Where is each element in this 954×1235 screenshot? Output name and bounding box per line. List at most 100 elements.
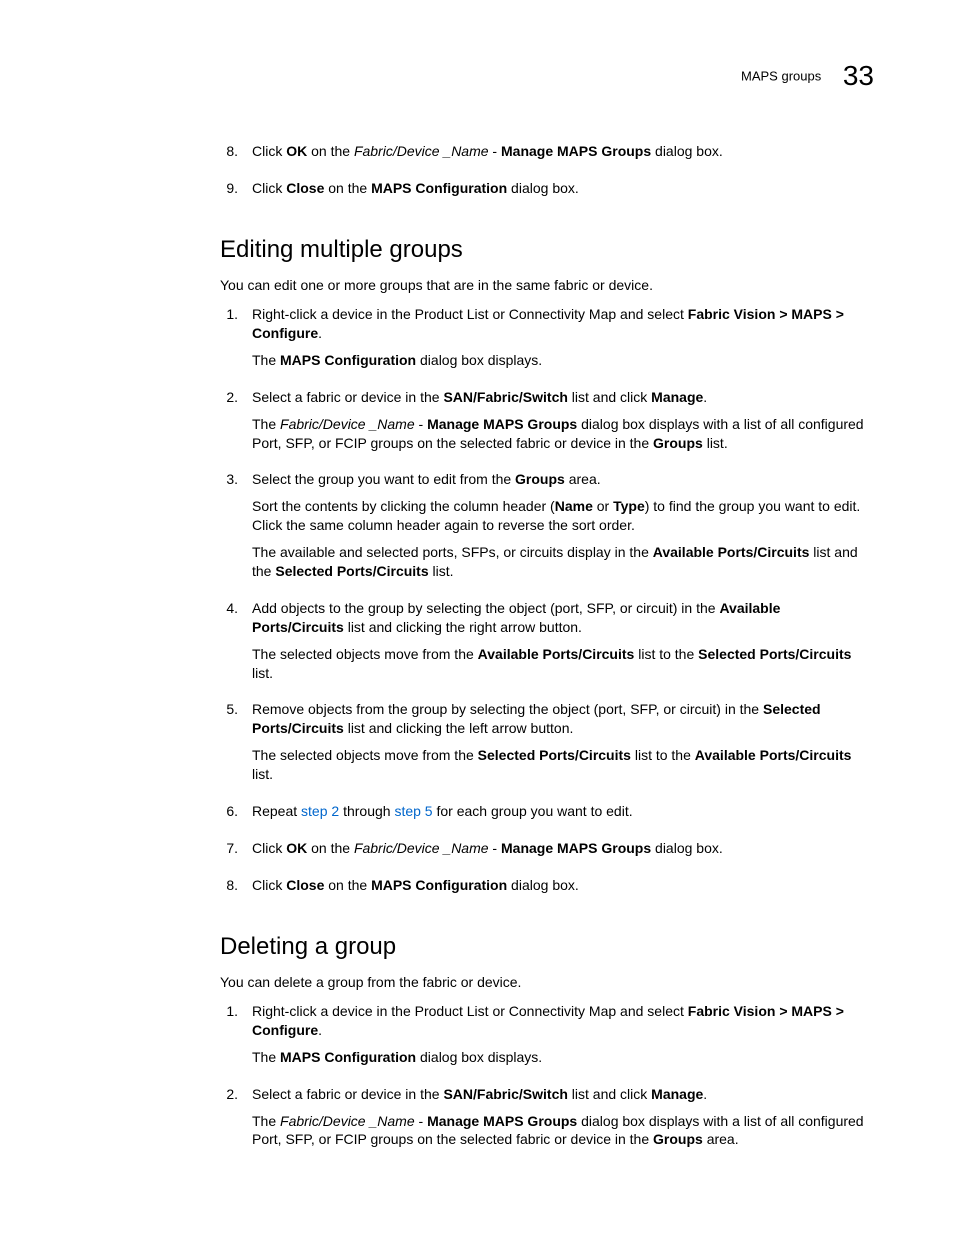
text-run: Manage <box>651 1086 703 1102</box>
text-run: Selected Ports/Circuits <box>275 563 428 579</box>
text-run: Name <box>555 498 593 514</box>
step-body: Right-click a device in the Product List… <box>252 1002 864 1075</box>
text-run: Manage MAPS Groups <box>501 840 651 856</box>
step-line: Click OK on the Fabric/Device _Name - Ma… <box>252 142 864 161</box>
top-steps: 8. Click OK on the Fabric/Device _Name - … <box>220 142 864 206</box>
step-line: Add objects to the group by selecting th… <box>252 599 864 637</box>
text-run: list. <box>252 665 273 681</box>
step-line: The Fabric/Device _Name - Manage MAPS Gr… <box>252 1112 864 1150</box>
numbered-step: 6.Repeat step 2 through step 5 for each … <box>220 802 864 829</box>
text-run: . <box>703 389 707 405</box>
text-run: MAPS Configuration <box>371 180 507 196</box>
step-line: Select a fabric or device in the SAN/Fab… <box>252 1085 864 1104</box>
text-run: . <box>318 1022 322 1038</box>
text-run: - <box>489 840 501 856</box>
step-body: Click OK on the Fabric/Device _Name - Ma… <box>252 142 864 169</box>
text-run: Selected Ports/Circuits <box>478 747 631 763</box>
text-run: list and clicking the right arrow button… <box>344 619 582 635</box>
text-run: Click <box>252 180 286 196</box>
text-run: Click <box>252 143 286 159</box>
text-run: Close <box>286 180 324 196</box>
numbered-step: 2.Select a fabric or device in the SAN/F… <box>220 388 864 461</box>
text-run: Available Ports/Circuits <box>695 747 852 763</box>
text-run: Fabric/Device _Name <box>354 840 489 856</box>
text-run: Click <box>252 877 286 893</box>
step-number: 4. <box>220 599 238 691</box>
text-run: list to the <box>631 747 695 763</box>
text-run: on the <box>324 180 371 196</box>
text-run: area. <box>703 1131 739 1147</box>
step-number: 9. <box>220 179 238 206</box>
step-body: Click OK on the Fabric/Device _Name - Ma… <box>252 839 864 866</box>
text-run: - <box>415 416 427 432</box>
text-run: OK <box>286 840 307 856</box>
step-body: Select a fabric or device in the SAN/Fab… <box>252 1085 864 1158</box>
page-header: MAPS groups 33 <box>80 60 874 92</box>
text-run: Selected Ports/Circuits <box>698 646 851 662</box>
text-run: MAPS Configuration <box>280 1049 416 1065</box>
step-number: 8. <box>220 142 238 169</box>
text-run: - <box>489 143 501 159</box>
text-run: MAPS Configuration <box>371 877 507 893</box>
text-run: Available Ports/Circuits <box>478 646 635 662</box>
step-line: Click OK on the Fabric/Device _Name - Ma… <box>252 839 864 858</box>
text-run: list to the <box>634 646 698 662</box>
step-line: The available and selected ports, SFPs, … <box>252 543 864 581</box>
text-run: MAPS Configuration <box>280 352 416 368</box>
section-title-editing: Editing multiple groups <box>220 234 864 266</box>
text-run: Remove objects from the group by selecti… <box>252 701 763 717</box>
numbered-step: 8. Click Close on the MAPS Configuration … <box>220 876 864 903</box>
text-run: SAN/Fabric/Switch <box>443 1086 567 1102</box>
step-line: The Fabric/Device _Name - Manage MAPS Gr… <box>252 415 864 453</box>
cross-ref-link[interactable]: step 2 <box>301 803 339 819</box>
text-run: Repeat <box>252 803 301 819</box>
step-body: Click Close on the MAPS Configuration di… <box>252 876 864 903</box>
text-run: The <box>252 1049 280 1065</box>
step-line: Repeat step 2 through step 5 for each gr… <box>252 802 864 821</box>
text-run: Right-click a device in the Product List… <box>252 306 688 322</box>
text-run: Groups <box>653 435 703 451</box>
text-run: Manage MAPS Groups <box>501 143 651 159</box>
text-run: dialog box displays. <box>416 352 542 368</box>
step-line: Click Close on the MAPS Configuration di… <box>252 179 864 198</box>
step-number: 7. <box>220 839 238 866</box>
text-run: for each group you want to edit. <box>433 803 633 819</box>
step-body: Select the group you want to edit from t… <box>252 470 864 588</box>
text-run: SAN/Fabric/Switch <box>443 389 567 405</box>
text-run: . <box>703 1086 707 1102</box>
text-run: Fabric/Device _Name <box>280 1113 415 1129</box>
step-line: Select a fabric or device in the SAN/Fab… <box>252 388 864 407</box>
section-title-deleting: Deleting a group <box>220 931 864 963</box>
cross-ref-link[interactable]: step 5 <box>394 803 432 819</box>
step-body: Select a fabric or device in the SAN/Fab… <box>252 388 864 461</box>
text-run: Select a fabric or device in the <box>252 1086 443 1102</box>
numbered-step: 2. Select a fabric or device in the SAN/F… <box>220 1085 864 1158</box>
text-run: The <box>252 416 280 432</box>
text-run: Manage <box>651 389 703 405</box>
header-section: MAPS groups <box>741 69 821 84</box>
numbered-step: 5.Remove objects from the group by selec… <box>220 700 864 792</box>
text-run: Manage MAPS Groups <box>427 1113 577 1129</box>
text-run: list and clicking the left arrow button. <box>344 720 574 736</box>
step-number: 1. <box>220 305 238 378</box>
page-content: 8. Click OK on the Fabric/Device _Name - … <box>220 142 864 1157</box>
text-run: The selected objects move from the <box>252 747 478 763</box>
text-run: Close <box>286 877 324 893</box>
step-line: Remove objects from the group by selecti… <box>252 700 864 738</box>
step-line: Right-click a device in the Product List… <box>252 305 864 343</box>
step-number: 8. <box>220 876 238 903</box>
text-run: - <box>415 1113 427 1129</box>
header-chapter-number: 33 <box>843 60 874 91</box>
section1-steps: 1. Right-click a device in the Product Li… <box>220 305 864 903</box>
text-run: list. <box>703 435 728 451</box>
numbered-step: 4. Add objects to the group by selecting … <box>220 599 864 691</box>
text-run: Groups <box>515 471 565 487</box>
text-run: Add objects to the group by selecting th… <box>252 600 719 616</box>
step-number: 2. <box>220 1085 238 1158</box>
section-intro: You can delete a group from the fabric o… <box>220 973 864 992</box>
text-run: . <box>318 325 322 341</box>
text-run: through <box>339 803 394 819</box>
text-run: or <box>593 498 613 514</box>
text-run: The <box>252 1113 280 1129</box>
text-run: Available Ports/Circuits <box>653 544 810 560</box>
